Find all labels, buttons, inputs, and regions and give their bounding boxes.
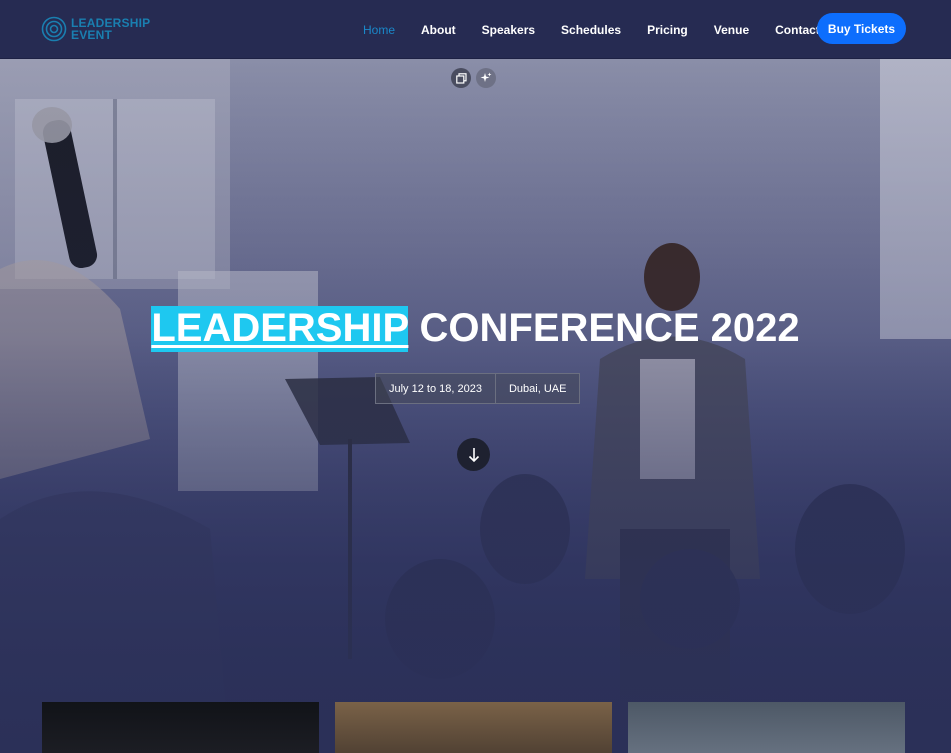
nav-about[interactable]: About: [421, 23, 456, 37]
event-photo-3[interactable]: [628, 702, 905, 753]
nav-contact[interactable]: Contact: [775, 23, 820, 37]
event-date: July 12 to 18, 2023: [389, 382, 482, 395]
brand-logo[interactable]: LEADERSHIP EVENT: [41, 16, 150, 42]
nav-speakers[interactable]: Speakers: [482, 23, 535, 37]
event-meta: July 12 to 18, 2023 Dubai, UAE: [375, 373, 581, 404]
hero-title: LEADERSHIP CONFERENCE 2022: [0, 306, 951, 352]
navbar: LEADERSHIP EVENT Home About Speakers Sch…: [0, 0, 951, 59]
brand-name-line2: EVENT: [71, 28, 113, 42]
sparkle-icon[interactable]: [476, 68, 496, 88]
main-nav: Home About Speakers Schedules Pricing Ve…: [363, 0, 846, 59]
event-photo-2[interactable]: [335, 702, 612, 753]
brand-name: LEADERSHIP EVENT: [71, 17, 150, 41]
image-tools: [451, 68, 496, 88]
scroll-down-button[interactable]: [457, 438, 490, 471]
buy-tickets-button[interactable]: Buy Tickets: [817, 13, 906, 44]
logo-mark-icon: [41, 16, 67, 42]
hero-overlay: [0, 59, 951, 753]
nav-venue[interactable]: Venue: [714, 23, 749, 37]
hero-title-highlight: LEADERSHIP: [151, 306, 409, 352]
gallery-icon[interactable]: [451, 68, 471, 88]
hero-section: LEADERSHIP CONFERENCE 2022 July 12 to 18…: [0, 59, 951, 753]
hero-title-rest: CONFERENCE 2022: [408, 306, 800, 350]
nav-home[interactable]: Home: [363, 23, 395, 37]
event-photo-1[interactable]: [42, 702, 319, 753]
nav-pricing[interactable]: Pricing: [647, 23, 688, 37]
event-gallery: [42, 702, 905, 753]
nav-schedules[interactable]: Schedules: [561, 23, 621, 37]
event-location: Dubai, UAE: [494, 374, 579, 403]
arrow-down-icon: [468, 447, 479, 462]
